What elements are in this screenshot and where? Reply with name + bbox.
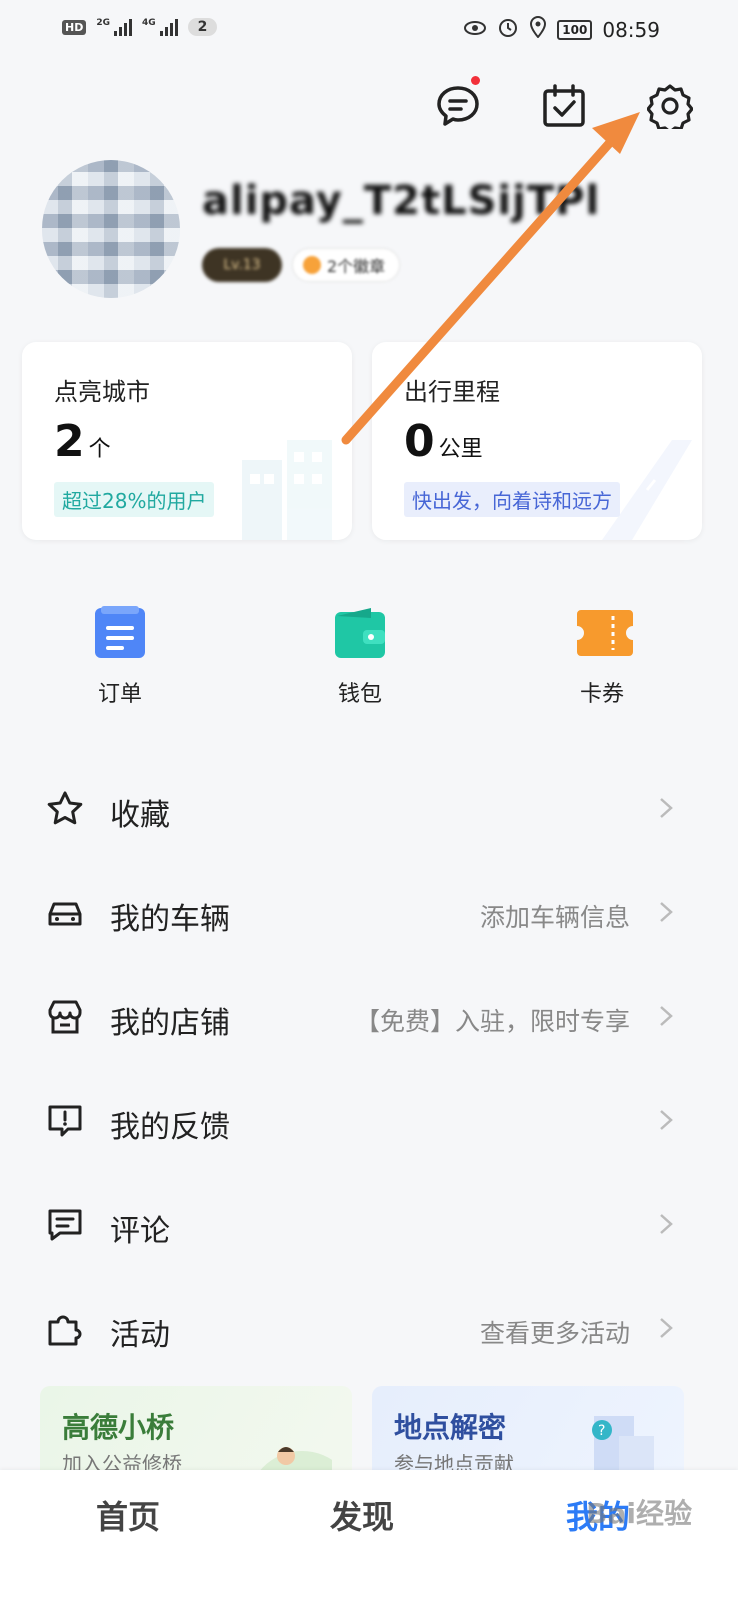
menu-hint: 【免费】入驻，限时专享 — [354, 1007, 630, 1036]
orders-label: 订单 — [97, 682, 142, 707]
battery-indicator: 100 — [557, 19, 593, 40]
menu-item-favorites[interactable]: 收藏 — [0, 758, 738, 862]
chevron-right-icon — [660, 1110, 673, 1130]
card-title: 出行里程 — [404, 378, 500, 406]
watermark: Bai经验 — [586, 1497, 692, 1530]
profile-section: alipay_T2tLSijTPl Lv.13 2个徽章 — [42, 160, 702, 300]
menu-list: 收藏 我的车辆 添加车辆信息 我的店铺 【免费】入驻，限时专享 我的反馈 评论 … — [0, 758, 738, 1382]
card-tag: 超过28%的用户 — [54, 482, 215, 517]
stats-cards: 点亮城市 2个 超过28%的用户 出行里程 0 公里 快出发，向着诗和远方 — [22, 342, 704, 540]
coupons-label: 卡券 — [579, 682, 624, 707]
checkin-calendar-icon[interactable] — [536, 78, 592, 134]
status-right: 100 08:59 — [463, 15, 660, 43]
settings-gear-icon[interactable] — [642, 78, 698, 134]
avatar[interactable] — [42, 160, 180, 298]
road-illustration-icon — [602, 440, 692, 540]
order-icon — [93, 606, 147, 660]
status-left: HD 2G 4G 2 — [62, 18, 218, 36]
message-icon[interactable] — [430, 76, 486, 134]
medal-count: 2个徽章 — [327, 257, 386, 276]
chevron-right-icon — [660, 902, 673, 922]
coupon-icon — [575, 606, 633, 660]
hd-indicator: HD — [62, 19, 87, 35]
comment-icon — [48, 1209, 82, 1241]
menu-label: 评论 — [110, 1214, 170, 1249]
quick-actions: 订单 钱包 卡券 — [0, 606, 738, 716]
bottom-tab-bar: 首页 发现 我的 Bai经验 — [0, 1470, 738, 1600]
alarm-icon — [497, 16, 519, 43]
star-icon — [47, 791, 83, 825]
status-bar: HD 2G 4G 2 100 08:59 — [0, 0, 738, 60]
card-title: 点亮城市 — [54, 378, 150, 406]
profile-badges: Lv.13 2个徽章 — [202, 248, 401, 282]
menu-label: 我的车辆 — [110, 902, 230, 937]
lit-cities-card[interactable]: 点亮城市 2个 超过28%的用户 — [22, 342, 352, 540]
username[interactable]: alipay_T2tLSijTPl — [202, 178, 600, 224]
signal-icon: 2G — [96, 18, 132, 36]
travel-mileage-card[interactable]: 出行里程 0 公里 快出发，向着诗和远方 — [372, 342, 702, 540]
medal-badge[interactable]: 2个徽章 — [292, 248, 401, 282]
menu-label: 我的店铺 — [110, 1006, 230, 1041]
menu-item-activities[interactable]: 活动 查看更多活动 — [0, 1278, 738, 1382]
location-icon — [529, 15, 547, 43]
promo-title: 高德小桥 — [62, 1411, 175, 1444]
notification-count-badge: 2 — [187, 18, 218, 36]
building-illustration-icon — [242, 440, 332, 540]
feedback-icon — [48, 1105, 82, 1137]
chevron-right-icon — [660, 1214, 673, 1234]
promo-title: 地点解密 — [394, 1411, 507, 1444]
medal-icon — [303, 256, 321, 274]
unread-dot — [471, 76, 480, 85]
puzzle-icon — [48, 1315, 82, 1346]
wallet-label: 钱包 — [337, 682, 382, 707]
chevron-right-icon — [660, 1006, 673, 1026]
svg-text:?: ? — [598, 1423, 605, 1439]
menu-item-my-feedback[interactable]: 我的反馈 — [0, 1070, 738, 1174]
signal-icon: 4G — [142, 18, 178, 36]
menu-item-my-store[interactable]: 我的店铺 【免费】入驻，限时专享 — [0, 966, 738, 1070]
chevron-right-icon — [660, 798, 673, 818]
orders-button[interactable]: 订单 — [60, 606, 180, 708]
wallet-icon — [333, 606, 387, 660]
clock: 08:59 — [602, 17, 660, 42]
menu-label: 活动 — [110, 1318, 170, 1353]
menu-hint: 添加车辆信息 — [479, 903, 630, 932]
eye-icon — [463, 18, 487, 42]
menu-label: 收藏 — [110, 798, 170, 833]
car-icon — [48, 902, 82, 926]
menu-item-my-vehicles[interactable]: 我的车辆 添加车辆信息 — [0, 862, 738, 966]
menu-label: 我的反馈 — [110, 1110, 230, 1145]
coupons-button[interactable]: 卡券 — [542, 606, 662, 708]
menu-hint: 查看更多活动 — [479, 1319, 630, 1348]
header-actions — [430, 76, 698, 134]
card-value: 0 公里 — [404, 416, 483, 467]
level-badge[interactable]: Lv.13 — [202, 248, 282, 282]
wallet-button[interactable]: 钱包 — [300, 606, 420, 708]
chevron-right-icon — [660, 1318, 673, 1338]
card-value: 2个 — [54, 416, 111, 467]
menu-item-comments[interactable]: 评论 — [0, 1174, 738, 1278]
store-icon — [48, 1000, 82, 1034]
tab-home[interactable]: 首页 — [96, 1492, 160, 1538]
tab-discover[interactable]: 发现 — [330, 1492, 394, 1538]
